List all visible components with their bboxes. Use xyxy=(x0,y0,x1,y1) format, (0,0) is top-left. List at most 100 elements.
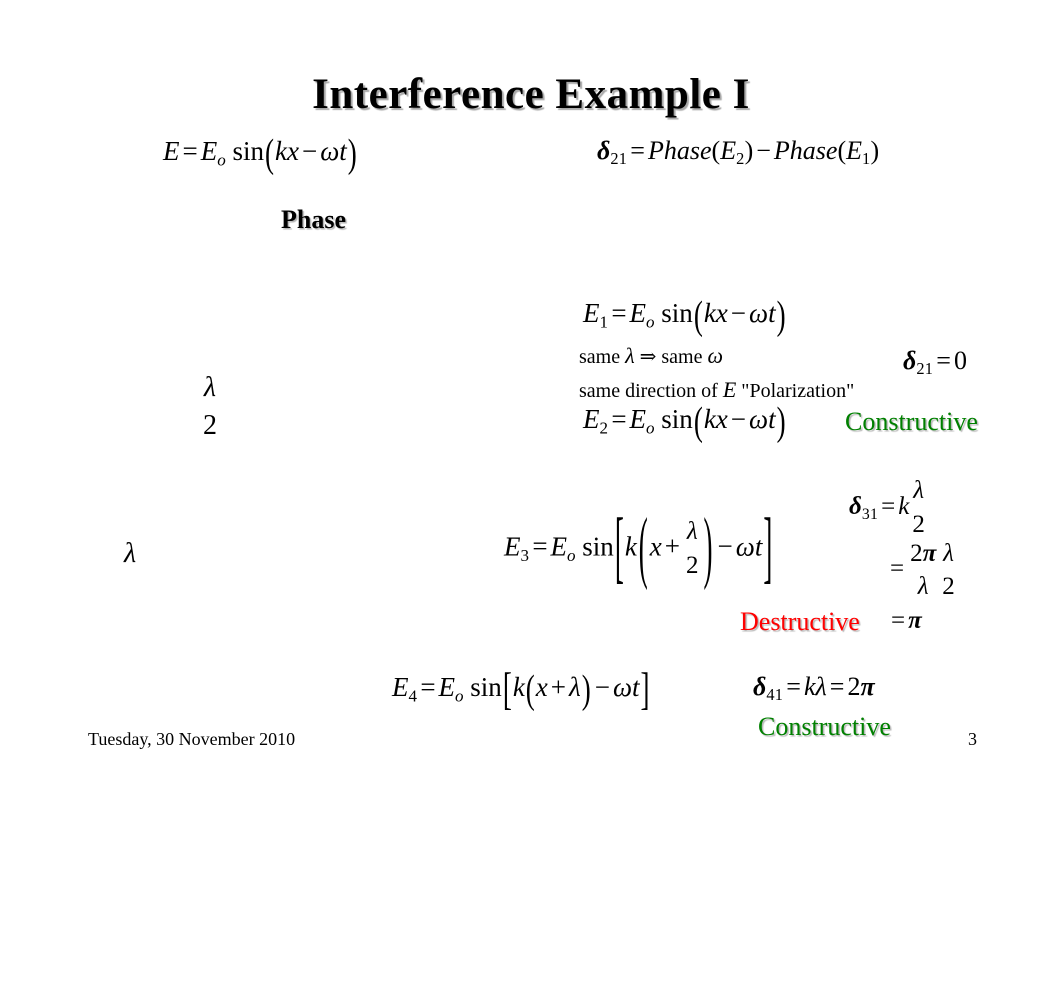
lambda-numerator: λ xyxy=(943,540,954,567)
page-title: Interference Example I xyxy=(312,71,750,118)
sym-equals: = xyxy=(630,136,645,165)
sym-sub-2: 2 xyxy=(599,418,609,438)
note-same-polarization: same direction of E "Polarization" xyxy=(579,379,854,403)
sym-zero: 0 xyxy=(953,346,967,375)
sym-sub-o: o xyxy=(646,418,655,438)
sym-k: k xyxy=(512,672,525,702)
sym-E2: E xyxy=(629,404,647,434)
sym-E: E xyxy=(722,377,737,402)
slide-canvas: Interference Example I E = Eo sin(kx − ωt) δ… xyxy=(0,0,1062,1001)
sym-x: x xyxy=(649,531,662,562)
sym-delta: δ xyxy=(849,492,862,520)
sym-k: k xyxy=(803,672,816,701)
sym-lambda: λ xyxy=(625,343,635,368)
sym-sub-2: 2 xyxy=(736,149,745,169)
sym-sin: sin xyxy=(470,672,502,702)
equation-E3: E3 = Eo sin[k(x + λ 2) − ωt] xyxy=(504,505,773,586)
equation-E4: E4 = Eo sin[k(x + λ) − ωt] xyxy=(392,665,651,711)
paren-close-icon: ) xyxy=(776,397,786,443)
sym-implies-icon: ⇒ xyxy=(639,346,657,368)
annotation-full-lambda: λ xyxy=(124,540,136,568)
verdict-destructive: Destructive xyxy=(740,607,860,636)
sym-sub-o: o xyxy=(455,686,464,706)
equation-E1: E1 = Eo sin(kx − ωt) xyxy=(583,294,787,335)
sym-x: x xyxy=(286,136,299,166)
sym-equals: = xyxy=(881,492,896,520)
sym-k: k xyxy=(624,531,637,562)
paren-open-icon: ( xyxy=(525,665,535,711)
sym-minus: − xyxy=(594,672,610,702)
sym-minus: − xyxy=(730,298,747,328)
sym-t: t xyxy=(339,136,347,166)
slide-page-number: 3 xyxy=(968,729,977,749)
sym-k: k xyxy=(898,492,910,520)
sym-equals: = xyxy=(611,298,627,328)
paren-open-icon: ( xyxy=(693,397,703,443)
paren-close-icon: ) xyxy=(744,136,754,165)
sym-delta: δ xyxy=(903,346,917,375)
annotation-half-lambda: λ 2 xyxy=(200,373,220,441)
sym-E: E xyxy=(504,531,521,562)
sym-lambda: λ xyxy=(815,672,827,701)
paren-close-icon: ) xyxy=(581,665,591,711)
equation-E2: E2 = Eo sin(kx − ωt) xyxy=(583,400,787,441)
result-delta-31-line1: δ31 = k λ 2 xyxy=(849,477,928,539)
sym-pi: π xyxy=(922,540,937,567)
bracket-open-icon: [ xyxy=(614,500,624,591)
sym-minus: − xyxy=(756,136,771,165)
sym-sin: sin xyxy=(661,298,693,328)
sym-minus: − xyxy=(301,136,318,166)
sym-equals: = xyxy=(182,136,198,166)
sym-sub-o: o xyxy=(567,545,576,565)
sym-t: t xyxy=(768,404,776,434)
sym-equals: = xyxy=(891,607,906,634)
sym-t: t xyxy=(768,298,776,328)
equation-phase-definition: δ21 = Phase(E2) − Phase(E1) xyxy=(597,138,879,168)
sym-t: t xyxy=(632,672,640,702)
verdict-constructive-2: Constructive xyxy=(758,712,891,741)
result-delta-31-line3: = π xyxy=(888,608,922,633)
paren-close-icon: ) xyxy=(703,500,713,591)
sym-E: E xyxy=(720,136,737,165)
sym-delta: δ xyxy=(597,136,611,165)
paren-open-icon-2: ( xyxy=(837,136,847,165)
sym-plus: + xyxy=(664,531,681,562)
sym-E2: E xyxy=(200,136,218,166)
paren-open-icon: ( xyxy=(638,500,648,591)
paren-close-icon: ) xyxy=(776,291,786,337)
sym-sin: sin xyxy=(661,404,693,434)
sym-sub-3: 3 xyxy=(520,545,530,565)
sym-sub-o: o xyxy=(646,312,655,332)
sym-plus: + xyxy=(550,672,567,702)
sym-E: E xyxy=(163,136,180,166)
lambda-denominator: λ xyxy=(917,573,929,601)
sym-E2: E xyxy=(438,672,456,702)
sym-equals: = xyxy=(532,531,548,562)
sym-k: k xyxy=(703,404,716,434)
sym-equals-2: = xyxy=(829,672,845,701)
sym-equals: = xyxy=(611,404,627,434)
sym-minus: − xyxy=(730,404,747,434)
paren-close-icon: ) xyxy=(347,129,357,175)
sym-equals: = xyxy=(786,672,801,701)
two-denominator: 2 xyxy=(912,511,925,539)
bracket-close-icon: ] xyxy=(763,500,773,591)
sym-E: E xyxy=(583,298,600,328)
sym-sub-31: 31 xyxy=(861,506,879,524)
paren-open-icon: ( xyxy=(711,136,721,165)
verdict-constructive-1: Constructive xyxy=(845,407,978,436)
two-denominator: 2 xyxy=(686,552,699,580)
paren-close-icon-2: ) xyxy=(870,136,880,165)
sym-k: k xyxy=(275,136,287,166)
bracket-open-icon: [ xyxy=(502,662,512,714)
sym-omega: ω xyxy=(749,298,769,328)
sym-x: x xyxy=(715,404,728,434)
note-polarization: "Polarization" xyxy=(741,380,855,402)
sym-E2: E xyxy=(550,531,568,562)
sym-lambda: λ xyxy=(569,672,581,702)
sym-sub-1: 1 xyxy=(599,312,609,332)
sym-sub-21: 21 xyxy=(610,149,628,169)
sym-delta: δ xyxy=(753,672,767,701)
sym-x: x xyxy=(535,672,548,702)
sym-t: t xyxy=(754,531,763,562)
